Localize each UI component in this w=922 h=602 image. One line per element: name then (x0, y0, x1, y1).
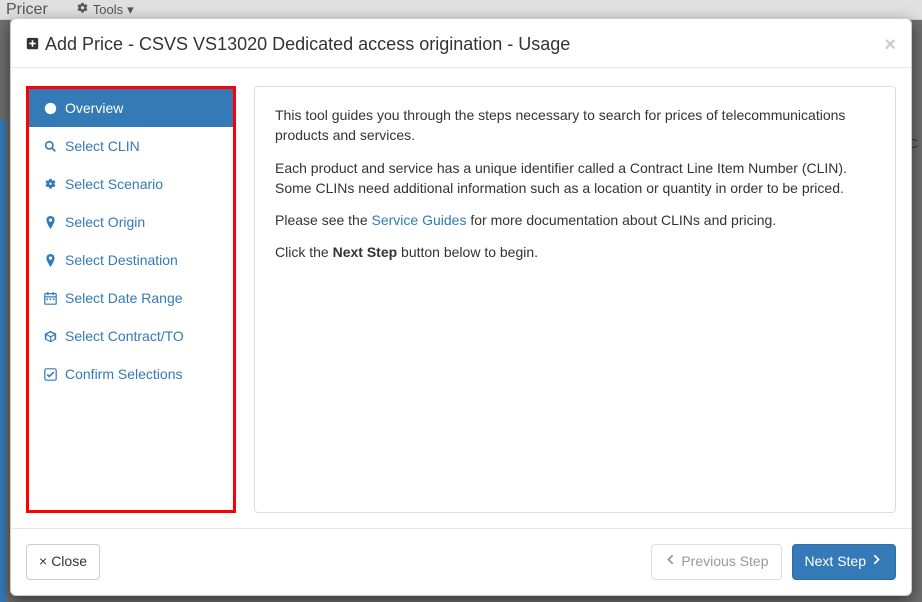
background-left-strip (0, 120, 6, 602)
p3-post: for more documentation about CLINs and p… (466, 212, 776, 228)
cube-icon (43, 330, 57, 343)
close-button-label: Close (51, 552, 87, 572)
chevron-left-icon (664, 552, 677, 572)
p4-bold: Next Step (333, 244, 398, 260)
overview-panel: This tool guides you through the steps n… (254, 86, 896, 513)
close-icon: × (39, 552, 47, 572)
pin-icon (43, 254, 57, 267)
wizard-step-select-destination[interactable]: Select Destination (29, 241, 233, 279)
wizard-step-label: Select Contract/TO (65, 328, 184, 344)
wizard-step-select-contract-to[interactable]: Select Contract/TO (29, 317, 233, 355)
wizard-step-confirm-selections[interactable]: Confirm Selections (29, 355, 233, 393)
service-guides-link[interactable]: Service Guides (372, 212, 467, 228)
modal-title: Add Price - CSVS VS13020 Dedicated acces… (26, 34, 570, 55)
p4-pre: Click the (275, 244, 333, 260)
tools-label: Tools (93, 2, 123, 17)
p4-post: button below to begin. (397, 244, 538, 260)
overview-paragraph-2: Each product and service has a unique id… (275, 158, 875, 199)
overview-paragraph-3: Please see the Service Guides for more d… (275, 210, 875, 230)
next-step-label: Next Step (805, 552, 866, 572)
wizard-step-label: Select Destination (65, 252, 178, 268)
gears-icon (76, 2, 89, 18)
wizard-nav: Overview Select CLIN Select Scenario Select… (26, 86, 236, 513)
p3-pre: Please see the (275, 212, 372, 228)
modal-header: Add Price - CSVS VS13020 Dedicated acces… (11, 19, 911, 68)
chevron-right-icon (870, 552, 883, 572)
wizard-step-select-scenario[interactable]: Select Scenario (29, 165, 233, 203)
wizard-step-overview[interactable]: Overview (29, 89, 233, 127)
brand-label: Pricer (6, 1, 48, 19)
overview-paragraph-1: This tool guides you through the steps n… (275, 105, 875, 146)
wizard-step-select-clin[interactable]: Select CLIN (29, 127, 233, 165)
modal-close-button[interactable]: × (884, 35, 896, 55)
pin-icon (43, 216, 57, 229)
wizard-step-label: Select Date Range (65, 290, 183, 306)
wizard-step-label: Select Origin (65, 214, 145, 230)
wizard-step-label: Select Scenario (65, 176, 163, 192)
close-button[interactable]: × Close (26, 544, 100, 580)
info-icon (43, 102, 57, 115)
check-icon (43, 368, 57, 381)
overview-paragraph-4: Click the Next Step button below to begi… (275, 242, 875, 262)
next-step-button[interactable]: Next Step (792, 544, 896, 580)
wizard-step-label: Confirm Selections (65, 366, 183, 382)
modal-footer: × Close Previous Step Next Step (11, 528, 911, 595)
wizard-step-label: Select CLIN (65, 138, 140, 154)
tools-dropdown[interactable]: Tools ▾ (76, 2, 134, 18)
modal-title-text: Add Price - CSVS VS13020 Dedicated acces… (45, 34, 570, 55)
previous-step-label: Previous Step (681, 552, 768, 572)
search-icon (43, 140, 57, 153)
background-navbar: Pricer Tools ▾ (0, 0, 922, 20)
calendar-icon (43, 292, 57, 305)
wizard-step-label: Overview (65, 100, 123, 116)
wizard-step-select-origin[interactable]: Select Origin (29, 203, 233, 241)
wizard-step-select-date-range[interactable]: Select Date Range (29, 279, 233, 317)
modal-body: Overview Select CLIN Select Scenario Select… (11, 68, 911, 528)
previous-step-button[interactable]: Previous Step (651, 544, 781, 580)
caret-down-icon: ▾ (127, 2, 134, 18)
add-price-modal: Add Price - CSVS VS13020 Dedicated acces… (10, 18, 912, 596)
gears-icon (43, 178, 57, 191)
plus-square-icon (26, 34, 39, 55)
